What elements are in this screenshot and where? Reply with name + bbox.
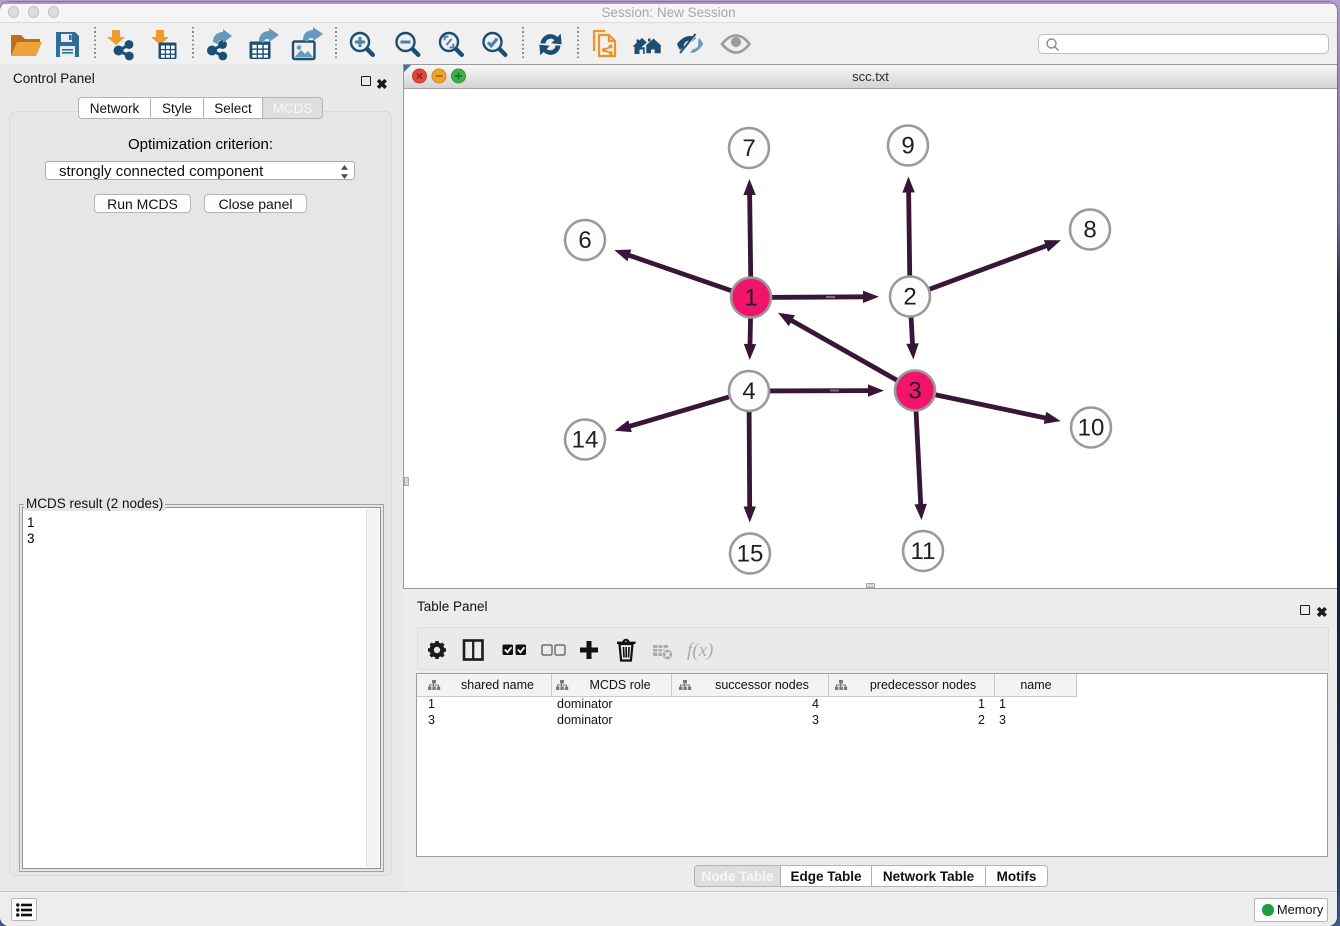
svg-text:10: 10 xyxy=(1078,415,1105,442)
svg-text:9: 9 xyxy=(901,133,914,160)
svg-text:3: 3 xyxy=(908,378,921,405)
svg-text:f(x): f(x) xyxy=(687,640,713,661)
svg-text:4: 4 xyxy=(742,378,755,405)
svg-text:1: 1 xyxy=(744,285,757,312)
svg-text:6: 6 xyxy=(578,227,591,254)
svg-text:7: 7 xyxy=(742,135,755,162)
svg-text:2: 2 xyxy=(903,284,916,311)
svg-text:11: 11 xyxy=(911,538,936,565)
svg-text:15: 15 xyxy=(737,541,764,568)
svg-text:8: 8 xyxy=(1083,217,1096,244)
svg-text:14: 14 xyxy=(572,427,599,454)
